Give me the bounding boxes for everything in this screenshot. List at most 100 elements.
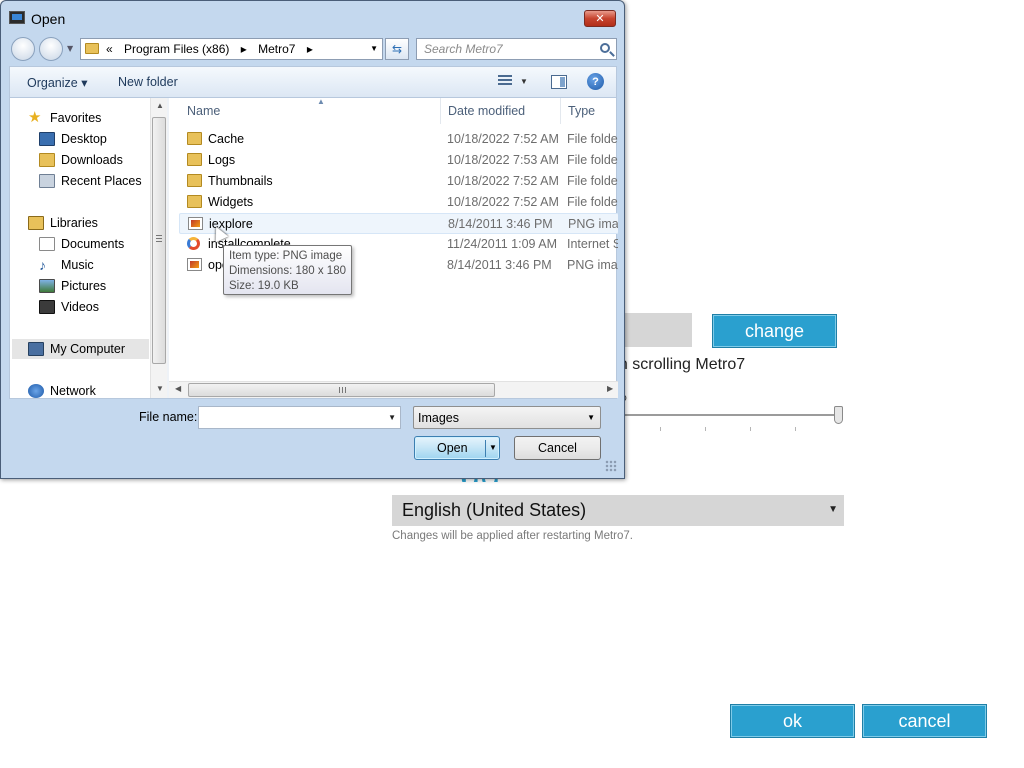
file-name-input[interactable]: ▼ [198, 406, 401, 429]
navigation-pane: ★ Favorites Desktop Downloads Recent Pla… [10, 98, 167, 398]
open-button[interactable]: Open ▼ [414, 436, 500, 460]
open-file-dialog: Open ✕ ▼ « Program Files (x86) ▸ Metro7 … [0, 0, 625, 479]
png-image-icon [188, 217, 203, 230]
language-value: English (United States) [402, 500, 587, 520]
scroll-up-icon[interactable]: ▲ [156, 101, 164, 110]
slider-thumb[interactable] [834, 406, 843, 424]
nav-item-desktop[interactable]: Desktop [39, 129, 107, 149]
breadcrumb-metro7[interactable]: Metro7 [258, 42, 295, 56]
nav-vertical-scrollbar[interactable]: ▲ ▼ [150, 98, 167, 398]
file-name-label: File name: [139, 410, 198, 424]
address-bar[interactable]: « Program Files (x86) ▸ Metro7 ▸ ▼ [80, 38, 383, 60]
search-input[interactable]: Search Metro7 [416, 38, 617, 60]
scroll-left-icon[interactable]: ◀ [175, 384, 181, 393]
nav-item-pictures[interactable]: Pictures [39, 276, 106, 296]
column-header-type[interactable]: Type [560, 98, 618, 124]
file-name-dropdown-icon[interactable]: ▼ [388, 413, 396, 422]
file-row[interactable]: Widgets 10/18/2022 7:52 AM File folder [179, 192, 618, 213]
cancel-button[interactable]: cancel [862, 704, 987, 738]
column-header-name[interactable]: Name ▲ [179, 98, 441, 124]
documents-icon [39, 237, 55, 251]
scroll-speed-slider[interactable] [625, 414, 840, 416]
folder-icon [187, 153, 202, 166]
nav-item-network[interactable]: Network [28, 381, 96, 401]
file-info-tooltip: Item type: PNG image Dimensions: 180 x 1… [223, 245, 352, 295]
back-button[interactable] [11, 37, 35, 61]
breadcrumb-separator-icon[interactable]: ▸ [307, 42, 313, 56]
close-icon: ✕ [595, 12, 605, 25]
nav-item-my-computer[interactable]: My Computer [12, 339, 149, 359]
file-type: File folder [567, 195, 618, 209]
change-view-icon[interactable] [498, 75, 512, 87]
slider-tick [750, 427, 751, 431]
file-type: File folder [567, 132, 618, 146]
scroll-down-icon[interactable]: ▼ [156, 384, 164, 393]
open-button-label: Open [437, 441, 468, 455]
file-name: Thumbnails [208, 174, 273, 188]
file-date: 8/14/2011 3:46 PM [447, 258, 552, 272]
new-folder-button[interactable]: New folder [118, 75, 178, 89]
file-date: 10/18/2022 7:52 AM [447, 132, 559, 146]
address-dropdown-icon[interactable]: ▼ [370, 44, 378, 53]
tooltip-size: Size: 19.0 KB [229, 280, 299, 292]
file-list-horizontal-scrollbar[interactable]: ◀ ▶ [169, 381, 618, 398]
command-toolbar: Organize ▾ New folder ▼ ? [9, 66, 617, 97]
search-placeholder: Search Metro7 [424, 42, 503, 56]
file-type: File folder [567, 174, 618, 188]
nav-item-label: Recent Places [61, 174, 142, 188]
resize-grip[interactable] [605, 460, 617, 472]
nav-item-favorites[interactable]: ★ Favorites [28, 108, 101, 128]
file-date: 10/18/2022 7:53 AM [447, 153, 559, 167]
dialog-title: Open [31, 11, 66, 27]
nav-item-music[interactable]: ♪ Music [39, 255, 94, 275]
help-icon[interactable]: ? [587, 73, 604, 90]
file-row[interactable]: Thumbnails 10/18/2022 7:52 AM File folde… [179, 171, 618, 192]
nav-item-videos[interactable]: Videos [39, 297, 99, 317]
nav-item-libraries[interactable]: Libraries [28, 213, 98, 233]
refresh-button[interactable]: ⇆ [385, 38, 409, 60]
recent-places-icon [39, 174, 55, 188]
internet-shortcut-icon [187, 237, 200, 250]
scroll-setting-label: en scrolling Metro7 [610, 356, 746, 373]
view-options-dropdown-icon[interactable]: ▼ [520, 77, 528, 86]
nav-item-recent-places[interactable]: Recent Places [39, 171, 142, 191]
file-row[interactable]: Cache 10/18/2022 7:52 AM File folder [179, 129, 618, 150]
file-row[interactable]: iexplore 8/14/2011 3:46 PM PNG image [179, 213, 618, 234]
breadcrumb: « Program Files (x86) ▸ Metro7 ▸ [106, 42, 321, 56]
column-header-date-modified[interactable]: Date modified [440, 98, 561, 124]
file-name: Cache [208, 132, 245, 146]
nav-item-label: My Computer [50, 342, 126, 356]
organize-menu[interactable]: Organize ▾ [27, 75, 87, 90]
dropdown-arrow-icon: ▼ [587, 413, 595, 422]
folder-icon [187, 195, 202, 208]
change-button[interactable]: change [712, 314, 837, 348]
breadcrumb-separator-icon[interactable]: ▸ [241, 42, 247, 56]
folder-icon [187, 132, 202, 145]
nav-item-documents[interactable]: Documents [39, 234, 124, 254]
breadcrumb-overflow[interactable]: « [106, 42, 113, 56]
file-date: 8/14/2011 3:46 PM [448, 217, 553, 231]
dialog-titlebar[interactable]: Open ✕ [1, 1, 624, 35]
scrollbar-thumb[interactable] [188, 383, 495, 397]
forward-button[interactable] [39, 37, 63, 61]
nav-item-downloads[interactable]: Downloads [39, 150, 123, 170]
search-icon[interactable] [600, 43, 610, 53]
ok-button[interactable]: ok [730, 704, 855, 738]
file-row[interactable]: Logs 10/18/2022 7:53 AM File folder [179, 150, 618, 171]
slider-tick [795, 427, 796, 431]
preview-pane-icon[interactable] [551, 75, 567, 89]
recent-locations-dropdown-icon[interactable]: ▼ [67, 44, 73, 53]
file-date: 10/18/2022 7:52 AM [447, 195, 559, 209]
scrollbar-thumb[interactable] [152, 117, 166, 364]
breadcrumb-program-files[interactable]: Program Files (x86) [124, 42, 229, 56]
dropdown-arrow-icon: ▼ [828, 504, 838, 515]
scroll-right-icon[interactable]: ▶ [607, 384, 613, 393]
close-button[interactable]: ✕ [584, 10, 616, 27]
dialog-cancel-button[interactable]: Cancel [514, 436, 601, 460]
slider-tick [660, 427, 661, 431]
file-type: Internet S [567, 237, 618, 251]
language-select[interactable]: English (United States) ▼ [392, 495, 844, 526]
png-image-icon [187, 258, 202, 271]
file-type-select[interactable]: Images ▼ [413, 406, 601, 429]
open-options-dropdown-icon[interactable]: ▼ [489, 443, 497, 452]
